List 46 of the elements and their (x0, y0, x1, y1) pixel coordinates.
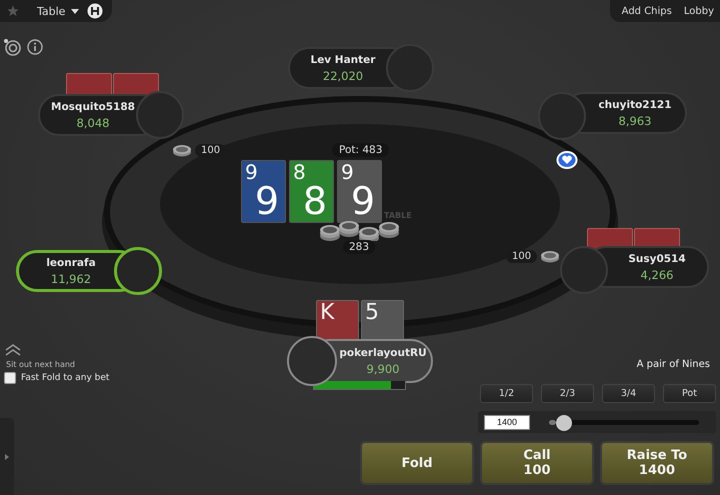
bet-amount: 100 (506, 250, 538, 263)
bet-amount-field[interactable]: 1400 (484, 414, 530, 430)
player-name: Susy0514 (628, 252, 686, 264)
bet-preset-button[interactable]: 2/3 (541, 384, 594, 403)
caret-icon (71, 8, 80, 14)
playing-card: 8 8 (289, 160, 334, 223)
hand-strength-label: A pair of Nines (636, 359, 710, 370)
arrow-icon (5, 454, 9, 460)
player-name: Lev Hanter (310, 54, 376, 66)
checkbox-label: Fast Fold to any bet (21, 373, 110, 383)
target-icon[interactable] (3, 38, 21, 56)
action-button[interactable]: Raise To 1400 (600, 441, 714, 485)
player-name: chuyito2121 (598, 98, 672, 110)
playing-card: 9 9 (241, 160, 286, 223)
chip-stack: 9,900 (366, 362, 400, 376)
chip-icon (540, 250, 560, 263)
playing-card: 5 (361, 300, 404, 340)
playing-card: 9 9 (337, 160, 382, 223)
action-button[interactable]: Fold (360, 441, 474, 485)
star-icon[interactable] (7, 5, 19, 17)
player-name: leonrafa (46, 256, 96, 268)
chip-icon (172, 144, 192, 157)
top-link[interactable]: Lobby (684, 6, 714, 16)
dealer-button-icon (556, 150, 578, 170)
checkbox[interactable] (4, 372, 16, 384)
bet-preset-button[interactable]: 3/4 (602, 384, 655, 403)
hand-history-icon[interactable] (87, 3, 104, 19)
slider-thumb[interactable] (556, 414, 572, 430)
top-link[interactable]: Add Chips (622, 6, 672, 16)
pot-label: Pot: 483 (332, 143, 390, 157)
bet-amount: 100 (195, 144, 226, 157)
info-icon[interactable] (27, 39, 43, 55)
action-button[interactable]: Call 100 (480, 441, 594, 485)
pot-amount: 283 (343, 240, 376, 254)
chip-stack: 4,266 (640, 268, 674, 282)
playing-card: K (316, 300, 359, 340)
double-chevron-icon[interactable] (4, 343, 22, 357)
bet-preset-button[interactable]: 1/2 (480, 384, 533, 403)
player-name: Mosquito5188 (51, 100, 135, 112)
chip-stack: 11,962 (50, 272, 92, 286)
chip-stack: 8,963 (618, 114, 652, 128)
sit-out-link[interactable]: Sit out next hand (6, 360, 76, 369)
bet-preset-button[interactable]: Pot (663, 384, 716, 403)
chip-stack: 8,048 (76, 116, 110, 130)
chip-stack: 22,020 (322, 68, 364, 82)
player-name: pokerlayoutRU (339, 346, 427, 358)
